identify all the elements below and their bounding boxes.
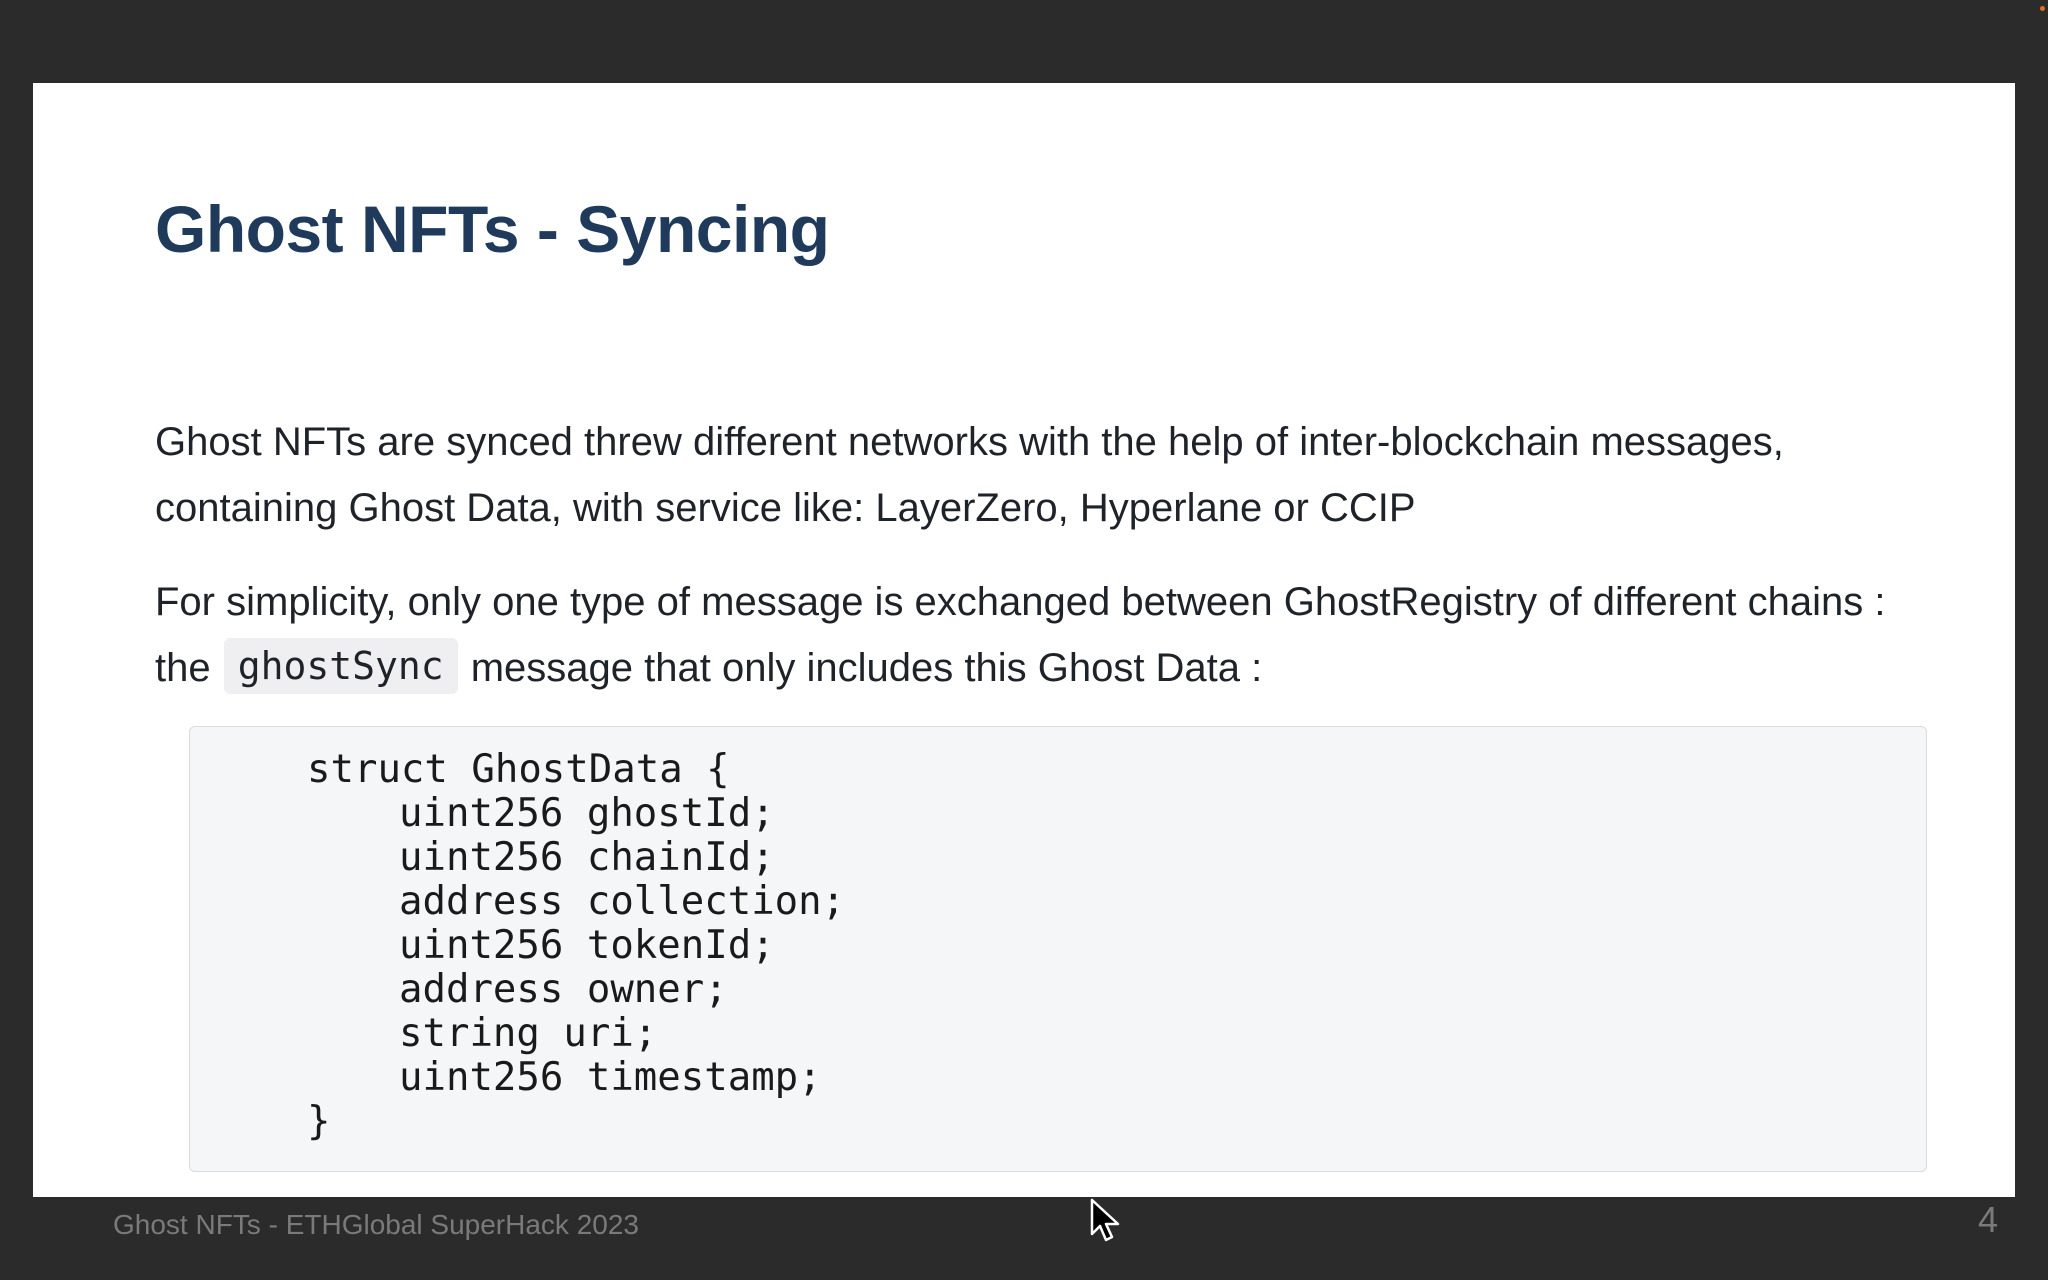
code-line-field: uint256 chainId; (399, 835, 775, 880)
slide: Ghost NFTs - Syncing Ghost NFTs are sync… (33, 83, 2015, 1240)
slide-paragraph-2: For simplicity, only one type of message… (155, 569, 1935, 701)
code-line-field: uint256 timestamp; (399, 1055, 822, 1100)
code-line-field: uint256 tokenId; (399, 923, 775, 968)
code-line-field: address owner; (399, 967, 728, 1012)
slide-paragraph-1: Ghost NFTs are synced threw different ne… (155, 420, 1784, 530)
slide-title: Ghost NFTs - Syncing (155, 192, 830, 266)
code-line-field: string uri; (399, 1011, 658, 1056)
code-line-field: address collection; (399, 879, 846, 924)
slide-footer: Ghost NFTs - ETHGlobal SuperHack 2023 (113, 1209, 639, 1240)
mouse-pointer-icon (1090, 1198, 1120, 1242)
code-line-field: uint256 ghostId; (399, 791, 775, 836)
paragraph-2-text-after: message that only includes this Ghost Da… (459, 646, 1263, 690)
code-block: struct GhostData {uint256 ghostId; uint25… (189, 726, 1927, 1172)
recording-indicator-dot (2040, 6, 2045, 11)
presentation-stage: Ghost NFTs - Syncing Ghost NFTs are sync… (0, 0, 2048, 1280)
code-line-struct-close: } (307, 1099, 331, 1144)
code-line-struct-open: struct GhostData { (307, 747, 730, 792)
slide-page-number: 4 (1978, 1199, 1999, 1240)
inline-code-ghostsync: ghostSync (223, 638, 458, 694)
